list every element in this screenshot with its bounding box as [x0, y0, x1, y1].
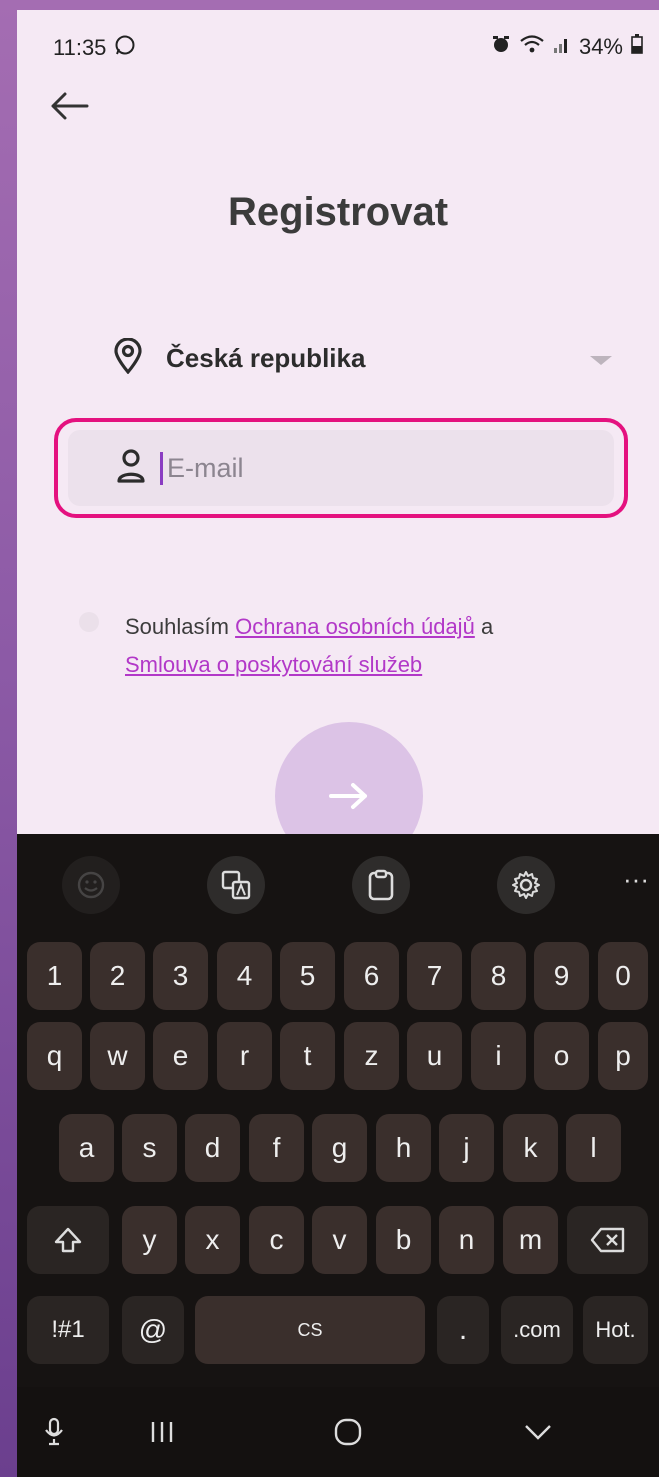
letter-row-3: y x c v b n m [17, 1206, 659, 1274]
microphone-icon [45, 1417, 63, 1446]
key-9[interactable]: 9 [534, 942, 589, 1010]
email-input[interactable] [160, 451, 549, 485]
shift-icon [54, 1227, 82, 1253]
key-6[interactable]: 6 [344, 942, 399, 1010]
key-o[interactable]: o [534, 1022, 589, 1090]
space-key[interactable]: CS [195, 1296, 425, 1364]
user-icon [116, 448, 146, 489]
bottom-key-row: !#1 @ CS . .com Hot. [17, 1296, 659, 1364]
email-field[interactable] [68, 430, 614, 506]
battery-icon [631, 34, 643, 60]
home-button[interactable] [323, 1409, 373, 1455]
key-3[interactable]: 3 [153, 942, 208, 1010]
key-b[interactable]: b [376, 1206, 431, 1274]
signal-icon [553, 34, 571, 60]
key-d[interactable]: d [185, 1114, 240, 1182]
com-key[interactable]: .com [501, 1296, 573, 1364]
key-w[interactable]: w [90, 1022, 145, 1090]
emoji-button[interactable] [62, 856, 120, 914]
whatsapp-icon [114, 34, 136, 62]
email-field-focus-outline [54, 418, 628, 518]
key-e[interactable]: e [153, 1022, 208, 1090]
consent-checkbox[interactable] [79, 612, 99, 632]
key-r[interactable]: r [217, 1022, 272, 1090]
symbols-key[interactable]: !#1 [27, 1296, 109, 1364]
key-m[interactable]: m [503, 1206, 558, 1274]
key-8[interactable]: 8 [471, 942, 526, 1010]
clipboard-icon [368, 869, 394, 901]
more-icon[interactable]: ··· [623, 864, 649, 895]
key-h[interactable]: h [376, 1114, 431, 1182]
at-key[interactable]: @ [122, 1296, 184, 1364]
keyboard: ··· 1 2 3 4 5 6 7 8 9 0 q w e r t z u i … [17, 834, 659, 1477]
alarm-icon [491, 34, 511, 60]
key-g[interactable]: g [312, 1114, 367, 1182]
key-j[interactable]: j [439, 1114, 494, 1182]
microphone-button[interactable] [29, 1409, 79, 1455]
key-p[interactable]: p [598, 1022, 648, 1090]
country-label: Česká republika [166, 342, 366, 373]
hotkey-key[interactable]: Hot. [583, 1296, 648, 1364]
status-time: 11:35 [53, 35, 107, 60]
number-row: 1 2 3 4 5 6 7 8 9 0 [17, 942, 659, 1010]
key-1[interactable]: 1 [27, 942, 82, 1010]
country-selector[interactable]: Česká republika [112, 328, 612, 388]
back-button[interactable] [47, 86, 97, 126]
recent-apps-button[interactable] [137, 1409, 187, 1455]
clipboard-button[interactable] [352, 856, 410, 914]
key-2[interactable]: 2 [90, 942, 145, 1010]
key-q[interactable]: q [27, 1022, 82, 1090]
emoji-icon [77, 871, 105, 899]
keyboard-toolbar: ··· [17, 834, 659, 924]
key-u[interactable]: u [407, 1022, 462, 1090]
wifi-icon [519, 34, 545, 60]
key-0[interactable]: 0 [598, 942, 648, 1010]
key-z[interactable]: z [344, 1022, 399, 1090]
arrow-right-icon [329, 783, 367, 809]
key-i[interactable]: i [471, 1022, 526, 1090]
letter-row-1: q w e r t z u i o p [17, 1022, 659, 1090]
key-7[interactable]: 7 [407, 942, 462, 1010]
chevron-down-icon [525, 1425, 551, 1440]
shift-key[interactable] [27, 1206, 109, 1274]
recent-apps-icon [151, 1422, 173, 1442]
privacy-link[interactable]: Ochrana osobních údajů [235, 614, 475, 639]
consent-section: Souhlasím Ochrana osobních údajů a Smlou… [79, 608, 639, 684]
key-x[interactable]: x [185, 1206, 240, 1274]
terms-link[interactable]: Smlouva o poskytování služeb [125, 652, 422, 677]
consent-conjunction: a [480, 614, 494, 639]
key-y[interactable]: y [122, 1206, 177, 1274]
settings-button[interactable] [497, 856, 555, 914]
gear-icon [512, 871, 540, 899]
key-t[interactable]: t [280, 1022, 335, 1090]
arrow-left-icon [51, 92, 89, 120]
home-icon [334, 1418, 362, 1446]
battery-text: 34% [578, 34, 623, 59]
translate-button[interactable] [207, 856, 265, 914]
backspace-icon [590, 1227, 624, 1253]
page-title: Registrovat [227, 190, 449, 234]
key-4[interactable]: 4 [217, 942, 272, 1010]
chevron-down-icon [590, 356, 612, 365]
phone-screen: 11:35 34% Registrovat Česká republika E-… [17, 10, 659, 1477]
key-n[interactable]: n [439, 1206, 494, 1274]
hide-keyboard-button[interactable] [513, 1409, 563, 1455]
navigation-bar [17, 1387, 659, 1477]
key-a[interactable]: a [59, 1114, 114, 1182]
key-v[interactable]: v [312, 1206, 367, 1274]
translate-icon [221, 870, 251, 900]
status-bar: 11:35 34% [17, 10, 659, 80]
key-f[interactable]: f [249, 1114, 304, 1182]
key-s[interactable]: s [122, 1114, 177, 1182]
backspace-key[interactable] [567, 1206, 648, 1274]
key-l[interactable]: l [566, 1114, 621, 1182]
consent-prefix: Souhlasím [125, 614, 229, 639]
key-c[interactable]: c [249, 1206, 304, 1274]
key-k[interactable]: k [503, 1114, 558, 1182]
location-pin-icon [112, 336, 144, 379]
key-5[interactable]: 5 [280, 942, 335, 1010]
period-key[interactable]: . [437, 1296, 489, 1364]
letter-row-2: a s d f g h j k l [17, 1114, 659, 1182]
